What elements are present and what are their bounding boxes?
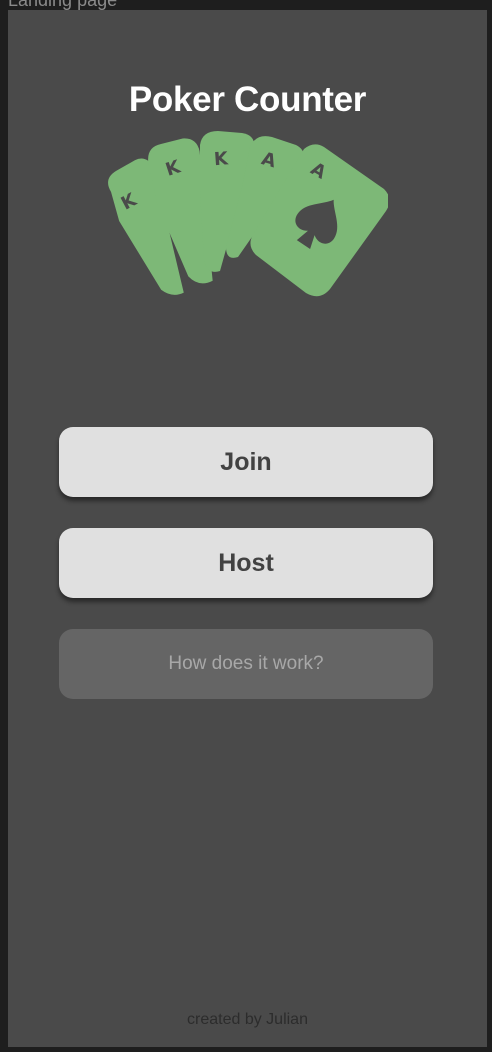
playing-cards-icon: K K K A A [108,131,388,297]
app-title: Poker Counter [128,80,367,119]
card-letter-3: K [213,148,229,170]
how-it-works-button[interactable]: How does it work? [59,629,433,699]
landing-page-screen: Poker Counter K K K A A Join Host How do… [8,10,487,1047]
footer-credit: created by Julian [187,1011,308,1028]
join-button[interactable]: Join [59,427,433,497]
host-button[interactable]: Host [59,528,433,598]
